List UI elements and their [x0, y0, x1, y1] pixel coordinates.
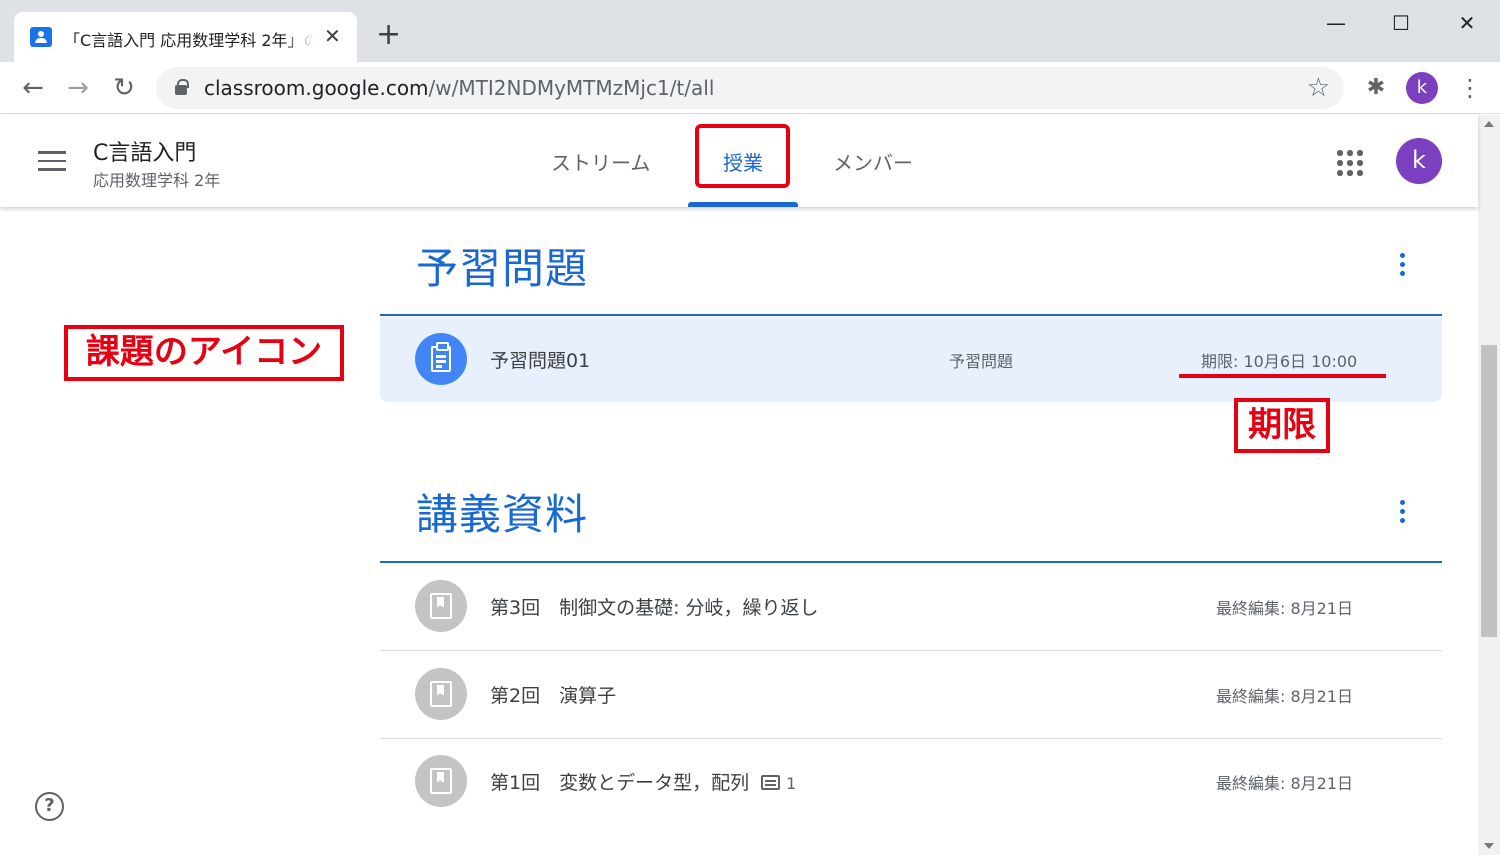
material-title: 第1回 変数とデータ型，配列	[490, 772, 750, 794]
material-icon	[415, 668, 467, 720]
extensions-icon[interactable]: ✱	[1362, 74, 1390, 102]
material-icon	[415, 755, 467, 807]
scroll-down-arrow-icon[interactable]	[1484, 843, 1494, 849]
topic-more-icon[interactable]	[1392, 500, 1412, 530]
back-arrow-icon[interactable]: ←	[16, 71, 50, 105]
classroom-favicon-icon	[30, 27, 52, 47]
browser-toolbar: ← → ↻ classroom.google.com/w/MTI2NDMyMTM…	[0, 62, 1500, 114]
topic-more-icon[interactable]	[1392, 253, 1412, 283]
tab-close-icon[interactable]: ✕	[324, 24, 341, 48]
material-title-with-comments: 第1回 変数とデータ型，配列 1	[490, 768, 796, 795]
class-title[interactable]: C言語入門	[93, 135, 196, 167]
material-icon	[415, 580, 467, 632]
row-divider	[380, 650, 1442, 651]
material-last-edited: 最終編集: 8月21日	[1216, 599, 1354, 618]
topic-divider	[380, 314, 1442, 316]
browser-tab[interactable]: 「C言語入門 応用数理学科 2年」の ✕	[14, 12, 357, 62]
active-tab-indicator	[688, 202, 798, 207]
class-section: 応用数理学科 2年	[93, 171, 221, 190]
browser-profile-avatar[interactable]: k	[1406, 72, 1438, 104]
row-divider	[380, 738, 1442, 739]
address-bar[interactable]: classroom.google.com/w/MTI2NDMyMTMzMjc1/…	[156, 67, 1344, 109]
annotation-active-tab-outline	[695, 124, 790, 188]
new-tab-button[interactable]: +	[376, 20, 401, 50]
lock-icon[interactable]	[175, 79, 189, 95]
url-text[interactable]: classroom.google.com/w/MTI2NDMyMTMzMjc1/…	[204, 76, 714, 100]
help-icon[interactable]: ?	[35, 792, 64, 821]
hamburger-icon[interactable]	[38, 151, 66, 171]
scroll-up-arrow-icon[interactable]	[1484, 121, 1494, 127]
assignment-topic: 予習問題	[949, 352, 1014, 371]
user-avatar[interactable]: k	[1396, 138, 1442, 184]
apps-grid-icon[interactable]	[1337, 150, 1363, 176]
material-last-edited: 最終編集: 8月21日	[1216, 687, 1354, 706]
kebab-menu-icon[interactable]: ⋮	[1458, 74, 1482, 104]
maximize-button[interactable]: ☐	[1381, 8, 1421, 38]
assignment-icon	[415, 333, 467, 385]
comment-count: 1	[786, 774, 797, 793]
assignment-row[interactable]: 予習問題01 予習問題 期限: 10月6日 10:00	[380, 317, 1442, 402]
material-title: 第2回 演算子	[490, 685, 617, 707]
annotation-assignment-icon-label: 課題のアイコン	[64, 325, 344, 381]
close-window-button[interactable]: ✕	[1447, 8, 1487, 38]
tab-stream[interactable]: ストリーム	[551, 147, 650, 176]
assignment-due-date: 期限: 10月6日 10:00	[1201, 352, 1358, 371]
annotation-due-label: 期限	[1234, 398, 1330, 453]
topic-divider	[380, 561, 1442, 563]
star-icon[interactable]: ☆	[1307, 73, 1330, 103]
material-last-edited: 最終編集: 8月21日	[1216, 774, 1354, 793]
topic-title-preparation: 予習問題	[416, 244, 589, 293]
annotation-due-underline	[1179, 374, 1386, 378]
forward-arrow-icon[interactable]: →	[61, 71, 95, 105]
scroll-thumb[interactable]	[1481, 345, 1497, 637]
assignment-title: 予習問題01	[490, 350, 591, 372]
minimize-button[interactable]: —	[1316, 8, 1356, 38]
tab-people[interactable]: メンバー	[833, 147, 913, 176]
material-title: 第3回 制御文の基礎: 分岐，繰り返し	[490, 597, 819, 619]
browser-tabstrip: 「C言語入門 応用数理学科 2年」の ✕ + — ☐ ✕	[0, 0, 1500, 62]
reload-icon[interactable]: ↻	[107, 71, 141, 105]
page-scrollbar[interactable]	[1478, 115, 1500, 855]
tab-title: 「C言語入門 応用数理学科 2年」の	[64, 31, 314, 50]
topic-title-lecture-materials: 講義資料	[416, 490, 589, 539]
comment-icon	[761, 775, 781, 790]
